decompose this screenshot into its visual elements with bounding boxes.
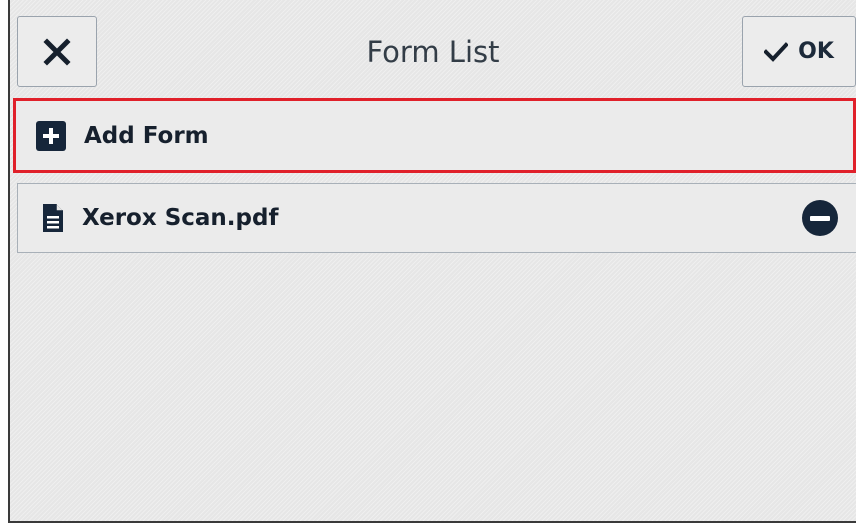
form-list-screen: Form List OK Add Form Xerox Scan.pdf [8,0,856,523]
list-item[interactable]: Xerox Scan.pdf [17,183,856,253]
ok-button[interactable]: OK [742,16,856,87]
remove-button[interactable] [802,200,838,236]
header-bar: Form List OK [10,0,856,94]
file-name: Xerox Scan.pdf [82,205,279,231]
ok-button-label: OK [798,39,834,64]
minus-circle-icon [810,215,830,221]
checkmark-icon [764,41,789,62]
add-form-button[interactable]: Add Form [13,98,856,173]
plus-square-icon [36,120,66,151]
document-icon [43,204,63,232]
page-title: Form List [366,35,500,69]
add-form-label: Add Form [84,122,209,149]
